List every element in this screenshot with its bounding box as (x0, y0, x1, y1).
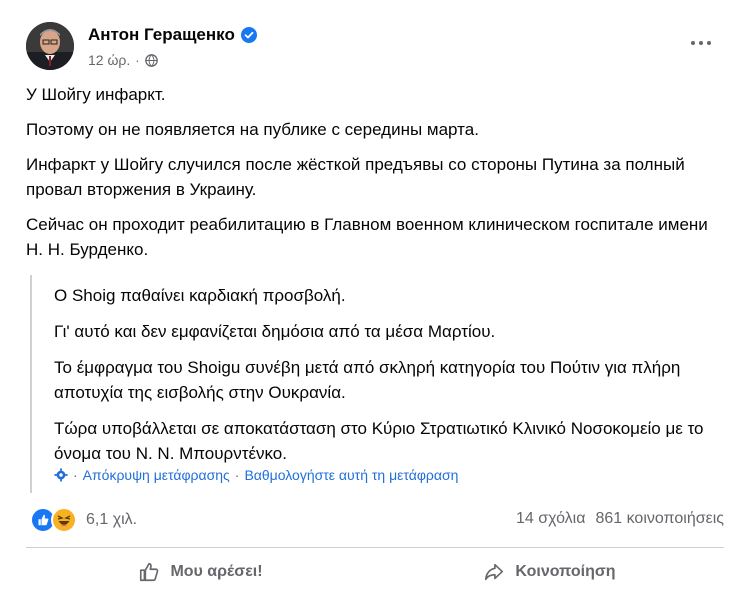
translation-block: Ο Shoig παθαίνει καρδιακή προσβολή. Γι' … (30, 275, 730, 493)
reactions-summary[interactable]: 6,1 χιλ. (30, 507, 137, 533)
translation-paragraph: Γι' αυτό και δεν εμφανίζεται δημόσια από… (54, 322, 496, 341)
reactions-count[interactable]: 6,1 χιλ. (86, 511, 137, 529)
actions-divider (26, 547, 724, 548)
post-paragraph: Сейчас он проходит реабилитацию в Главно… (26, 215, 708, 259)
hide-translation-link[interactable]: Απόκρυψη μετάφρασης (83, 467, 230, 483)
globe-icon (144, 53, 158, 67)
post-paragraph: Инфаркт у Шойгу случился после жёсткой п… (26, 155, 685, 199)
post-time[interactable]: 12 ώρ. (88, 52, 130, 68)
translation-paragraph: Τώρα υποβάλλεται σε αποκατάσταση στο Κύρ… (54, 419, 704, 463)
post-meta: 12 ώρ. · (88, 52, 158, 68)
like-button[interactable]: Μου αρέσει! (26, 552, 375, 592)
share-arrow-icon (485, 563, 504, 581)
share-button[interactable]: Κοινοποίηση (375, 552, 724, 592)
post-paragraph: У Шойгу инфаркт. (26, 85, 166, 104)
post-text: У Шойгу инфаркт. Поэтому он не появляетс… (26, 82, 716, 272)
verified-badge-icon (240, 27, 257, 43)
rate-translation-link[interactable]: Βαθμολογήστε αυτή τη μετάφραση (244, 467, 458, 483)
post-paragraph: Поэтому он не появляется на публике с се… (26, 120, 479, 139)
meta-separator: · (135, 52, 140, 68)
comments-count[interactable]: 14 σχόλια (516, 510, 585, 528)
like-label: Μου αρέσει! (170, 563, 263, 580)
thumbs-up-icon (140, 562, 159, 582)
translation-paragraph: Ο Shoig παθαίνει καρδιακή προσβολή. (54, 286, 346, 305)
post-card: Антон Геращенко 12 ώρ. · У Шойгу инфаркт… (0, 0, 738, 602)
link-separator: · (73, 467, 78, 483)
link-separator: · (234, 467, 240, 483)
haha-reaction-icon (51, 507, 77, 533)
engagement-counts: 14 σχόλια 861 κοινοποιήσεις (516, 510, 724, 528)
gear-icon[interactable] (54, 468, 68, 482)
shares-count[interactable]: 861 κοινοποιήσεις (595, 510, 724, 528)
post-stats: 6,1 χιλ. 14 σχόλια 861 κοινοποιήσεις (30, 507, 724, 535)
more-icon[interactable] (686, 32, 716, 54)
share-label: Κοινοποίηση (515, 563, 616, 580)
translation-paragraph: Το έμφραγμα του Shoigu συνέβη μετά από σ… (54, 358, 681, 402)
author-name[interactable]: Антон Геращенко (88, 25, 235, 45)
avatar[interactable] (26, 22, 74, 70)
translation-links: · Απόκρυψη μετάφρασης · Βαθμολογήστε αυτ… (54, 467, 458, 483)
author-row: Антон Геращенко (88, 25, 257, 45)
post-header: Антон Геращенко 12 ώρ. · (26, 22, 738, 72)
action-bar: Μου αρέσει! Κοινοποίηση (26, 552, 724, 592)
